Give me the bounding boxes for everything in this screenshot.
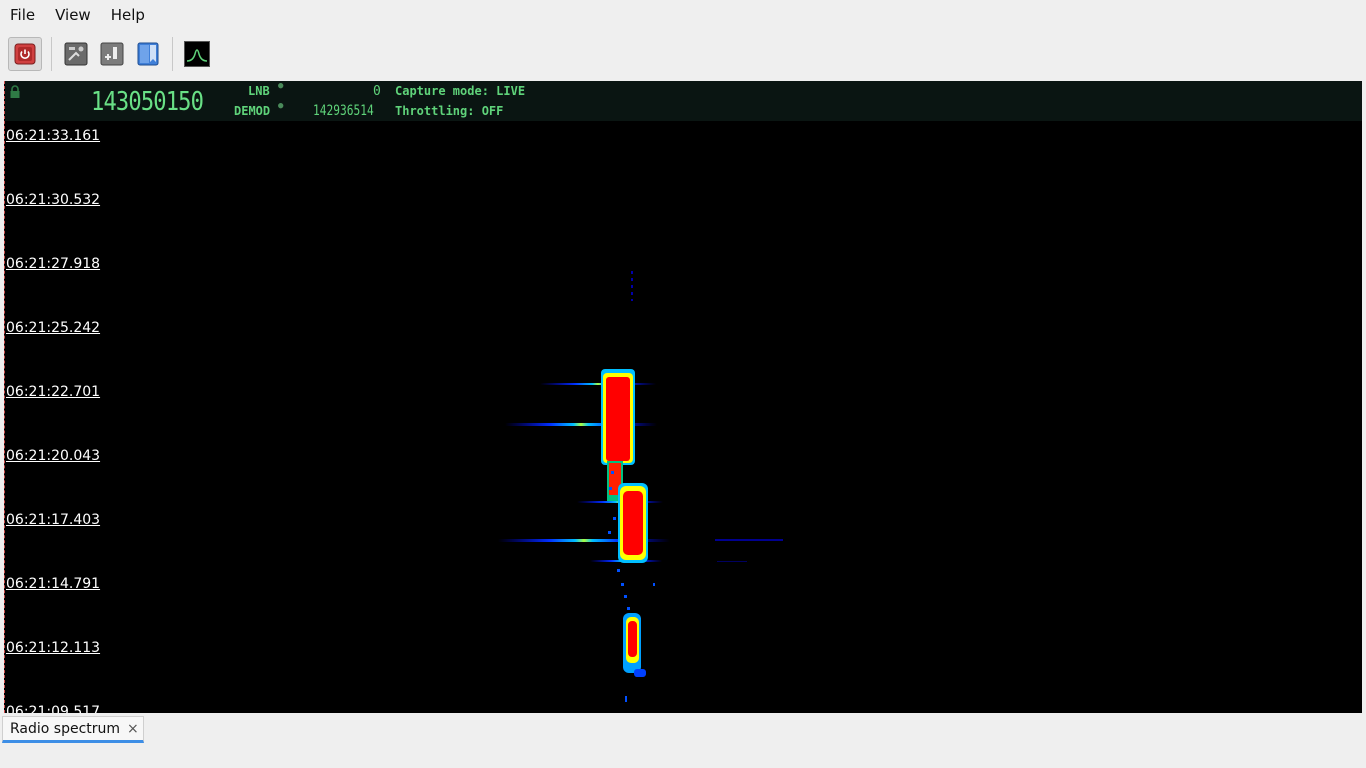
power-button[interactable]	[8, 37, 42, 71]
frequency-lcd: 143050150 LNB ● 0 DEMOD ● 142936514 Capt…	[5, 81, 1362, 121]
bookmark-button[interactable]	[133, 39, 163, 69]
lock-icon[interactable]	[9, 85, 21, 99]
toolbar	[0, 32, 1366, 76]
waterfall-timestamp: 06:21:30.532	[6, 192, 101, 208]
menu-view[interactable]: View	[45, 0, 101, 30]
waterfall-plot	[498, 271, 783, 702]
power-icon	[14, 43, 36, 65]
menu-help[interactable]: Help	[101, 0, 155, 30]
capture-mode-status: Capture mode: LIVE	[395, 84, 526, 98]
settings-panel-button[interactable]	[61, 39, 91, 69]
tab-label: Radio spectrum	[10, 720, 121, 737]
signal-burst-core	[628, 621, 637, 657]
lnb-label: LNB	[248, 84, 270, 98]
close-icon[interactable]: ×	[127, 721, 139, 737]
signal-spike	[715, 539, 783, 541]
waterfall-timestamp: 06:21:17.403	[6, 512, 101, 528]
add-bookmark-icon	[100, 42, 124, 66]
spectrum-button[interactable]	[182, 39, 212, 69]
lnb-lock-icon[interactable]: ●	[278, 81, 283, 91]
toolbar-separator	[172, 37, 173, 71]
waterfall-timestamp: 06:21:20.043	[6, 448, 101, 464]
throttling-status: Throttling: OFF	[395, 104, 504, 118]
demod-lock-icon[interactable]: ●	[278, 101, 283, 111]
signal-burst-core	[623, 491, 643, 555]
demod-value[interactable]: 142936514	[313, 103, 374, 119]
signal-burst-core	[606, 377, 630, 461]
menu-bar: File View Help	[0, 0, 1366, 30]
waterfall-timestamp: 06:21:33.161	[6, 128, 101, 144]
lnb-value[interactable]: 0	[373, 84, 381, 99]
waterfall-timestamp: 06:21:09.517	[6, 704, 101, 713]
tab-radio-spectrum[interactable]: Radio spectrum ×	[2, 716, 144, 743]
bookmark-icon	[137, 42, 159, 66]
menu-file[interactable]: File	[0, 0, 45, 30]
waterfall[interactable]: 06:21:33.161 06:21:30.532 06:21:27.918 0…	[5, 121, 1362, 713]
toolbar-separator	[51, 37, 52, 71]
main-frequency[interactable]: 143050150	[91, 87, 204, 117]
settings-panel-icon	[64, 42, 88, 66]
signal-tail	[634, 669, 646, 677]
demod-label: DEMOD	[234, 104, 271, 118]
signal-spike	[540, 383, 656, 385]
waterfall-timestamp: 06:21:12.113	[6, 640, 101, 656]
waterfall-timestamp: 06:21:22.701	[6, 384, 101, 400]
signal-spike	[717, 561, 747, 562]
waterfall-timestamp: 06:21:14.791	[6, 576, 101, 592]
waterfall-timestamp: 06:21:27.918	[6, 256, 101, 272]
spectrum-display[interactable]: 143050150 LNB ● 0 DEMOD ● 142936514 Capt…	[4, 81, 1362, 713]
spectrum-icon	[184, 41, 210, 67]
waterfall-timestamp: 06:21:25.242	[6, 320, 101, 336]
tab-bar: Radio spectrum ×	[0, 716, 1366, 746]
add-bookmark-button[interactable]	[97, 39, 127, 69]
